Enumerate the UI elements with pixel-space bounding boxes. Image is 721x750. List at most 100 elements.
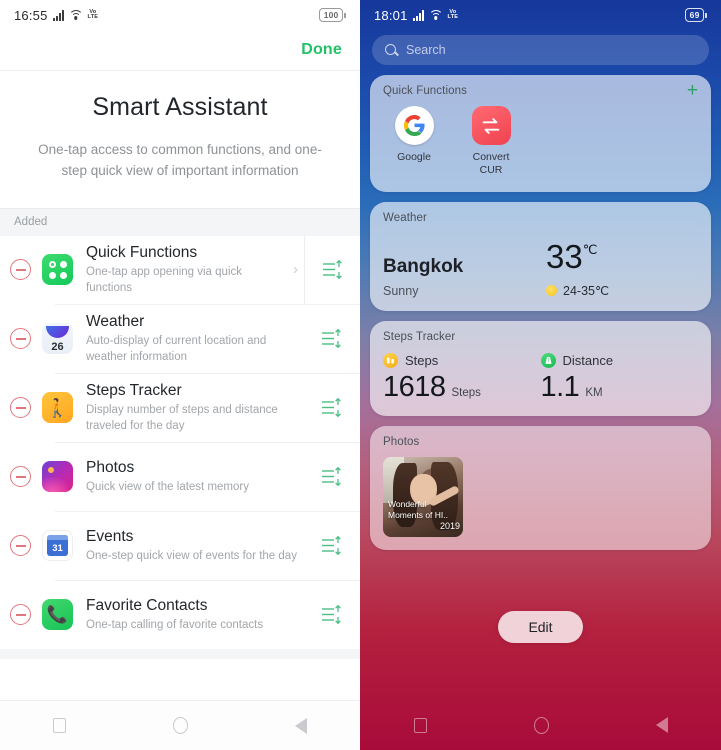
- list-item-steps-tracker[interactable]: 🚶 Steps Tracker Display number of steps …: [0, 374, 360, 442]
- left-phone-screen: 16:55 Vo LTE 100 Done Smart Assistant One…: [0, 0, 360, 750]
- photo-caption-year: 2019: [439, 521, 460, 532]
- remove-icon[interactable]: [10, 466, 31, 488]
- volte-icon: Vo LTE: [447, 8, 459, 20]
- distance-label: Distance: [562, 353, 614, 369]
- signal-bars-icon: [52, 9, 64, 21]
- card-photos[interactable]: Photos Wonderful Moments of HI.. 2019: [370, 425, 711, 550]
- edit-button[interactable]: Edit: [498, 610, 583, 643]
- steps-value: 1618: [383, 371, 446, 404]
- footsteps-icon: [383, 353, 398, 369]
- reorder-handle[interactable]: [304, 512, 360, 580]
- reorder-handle[interactable]: [304, 235, 360, 304]
- remove-icon[interactable]: [10, 328, 31, 350]
- back-button-icon[interactable]: [294, 717, 307, 734]
- wifi-icon: [68, 9, 83, 21]
- reorder-handle[interactable]: [304, 581, 360, 649]
- list-item-desc: Quick view of the latest memory: [86, 481, 249, 494]
- home-button-icon[interactable]: [172, 717, 188, 734]
- status-time: 18:01: [374, 7, 408, 23]
- status-time: 16:55: [14, 7, 48, 23]
- list-item-title: Favorite Contacts: [86, 596, 208, 614]
- recents-button-icon[interactable]: [413, 717, 427, 733]
- done-button[interactable]: Done: [301, 41, 342, 59]
- google-icon: [394, 106, 434, 146]
- add-shortcut-button[interactable]: +: [687, 81, 698, 100]
- battery-percent: 69: [685, 8, 704, 22]
- quick-app-convert-cur[interactable]: Convert CUR: [466, 106, 516, 177]
- card-title: Photos: [383, 435, 420, 448]
- nav-bar-left: [0, 700, 360, 750]
- weather-range: 24-35℃: [563, 284, 610, 299]
- weather-condition: Sunny: [383, 284, 419, 299]
- card-quick-functions: Quick Functions + Google Convert CUR: [370, 75, 711, 193]
- card-steps-tracker[interactable]: Steps Tracker Steps 1618 Steps Distance …: [370, 321, 711, 416]
- battery-tip: [344, 12, 346, 18]
- list-item-weather[interactable]: 26 Weather Auto-display of current locat…: [0, 305, 360, 373]
- distance-column: Distance 1.1 KM: [540, 353, 699, 404]
- events-icon: 31: [42, 530, 73, 562]
- section-header-added: Added: [0, 207, 360, 236]
- photo-caption-line1: Wonderful: [388, 499, 427, 510]
- list-item-quick-functions[interactable]: Quick Functions One-tap app opening via …: [0, 235, 360, 304]
- remove-icon[interactable]: [10, 397, 31, 419]
- events-icon-date: 31: [52, 542, 63, 554]
- photo-caption-line2: Moments of HI..: [388, 510, 448, 521]
- distance-value: 1.1: [540, 371, 580, 404]
- reorder-handle[interactable]: [304, 305, 360, 373]
- sun-icon: [546, 285, 557, 297]
- steps-tracker-icon: 🚶: [42, 392, 73, 424]
- remove-icon[interactable]: [10, 604, 31, 626]
- reorder-handle[interactable]: [304, 374, 360, 442]
- convert-currency-icon: [471, 106, 511, 146]
- list-item-title: Events: [86, 527, 134, 545]
- list-item-title: Weather: [86, 312, 145, 330]
- list-item-title: Quick Functions: [86, 243, 198, 261]
- weather-icon: 26: [42, 323, 73, 355]
- dual-screenshot: 16:55 Vo LTE 100 Done Smart Assistant One…: [0, 0, 721, 750]
- quick-app-label: Convert CUR: [472, 151, 510, 177]
- quick-app-google[interactable]: Google: [389, 106, 439, 177]
- photo-caption: Wonderful Moments of HI.. 2019: [388, 499, 460, 533]
- list-item-events[interactable]: 31 Events One-step quick view of events …: [0, 512, 360, 580]
- left-top-bar: Done: [0, 30, 360, 70]
- home-button-icon[interactable]: [533, 716, 549, 734]
- card-weather[interactable]: Weather Bangkok Sunny 33 ℃ 24-35℃: [370, 202, 711, 312]
- search-placeholder: Search: [406, 43, 446, 57]
- list-item-desc: Auto-display of current location and wea…: [86, 335, 267, 364]
- weather-city: Bangkok: [383, 255, 464, 277]
- page-title: Smart Assistant: [92, 93, 268, 121]
- signal-bars-icon: [412, 9, 424, 21]
- quick-functions-icon: [42, 254, 73, 286]
- list-item-title: Photos: [86, 458, 135, 476]
- remove-icon[interactable]: [10, 259, 31, 281]
- battery-percent: 100: [319, 8, 343, 22]
- photo-thumbnail[interactable]: Wonderful Moments of HI.. 2019: [383, 456, 463, 537]
- recents-button-icon[interactable]: [53, 718, 67, 733]
- back-button-icon[interactable]: [655, 717, 668, 733]
- reorder-handle[interactable]: [304, 443, 360, 511]
- list-item-title: Steps Tracker: [86, 381, 182, 399]
- weather-temperature: 33: [546, 238, 583, 276]
- steps-column: Steps 1618 Steps: [383, 353, 541, 404]
- list-item-desc: One-step quick view of events for the da…: [86, 550, 297, 563]
- wifi-icon: [428, 9, 443, 21]
- road-distance-icon: [540, 353, 556, 369]
- battery-indicator: 100: [319, 8, 346, 22]
- list-bottom-filler: [0, 648, 360, 659]
- status-bar-left: 16:55 Vo LTE 100: [0, 0, 360, 30]
- list-item-desc: One-tap calling of favorite contacts: [86, 619, 264, 632]
- list-item-favorite-contacts[interactable]: 📞 Favorite Contacts One-tap calling of f…: [0, 581, 360, 649]
- chevron-right-icon[interactable]: ›: [293, 261, 298, 278]
- list-item-photos[interactable]: Photos Quick view of the latest memory: [0, 443, 360, 511]
- weather-icon-date: 26: [51, 341, 64, 354]
- section-label: Added: [14, 216, 48, 229]
- card-title: Weather: [383, 212, 427, 225]
- card-title: Quick Functions: [383, 85, 467, 97]
- search-icon: [385, 44, 397, 56]
- added-widgets-list: Quick Functions One-tap app opening via …: [0, 235, 360, 750]
- search-bar[interactable]: Search: [372, 35, 709, 65]
- remove-icon[interactable]: [10, 535, 31, 557]
- volte-icon: Vo LTE: [87, 8, 99, 20]
- battery-indicator: 69: [685, 8, 707, 22]
- weather-temp-unit: ℃: [582, 242, 598, 258]
